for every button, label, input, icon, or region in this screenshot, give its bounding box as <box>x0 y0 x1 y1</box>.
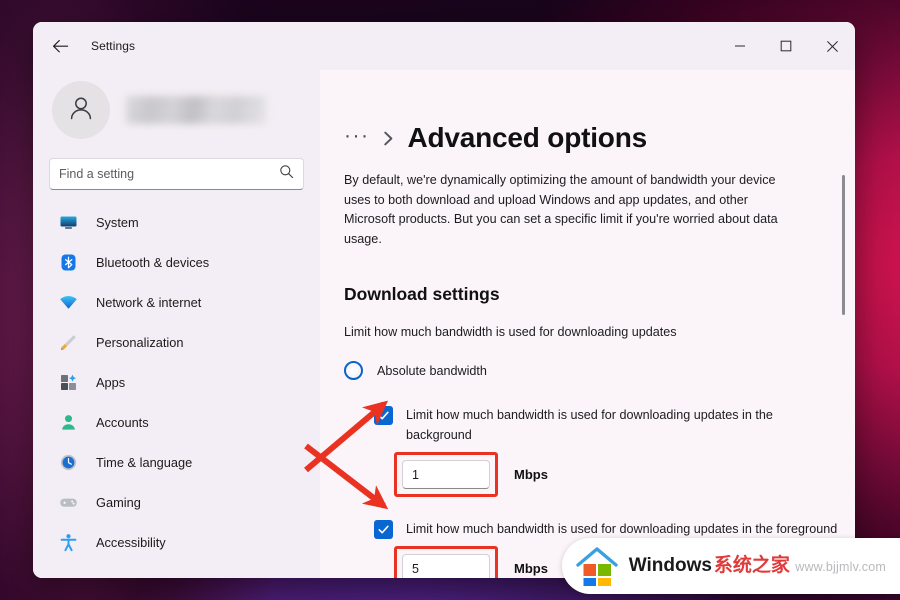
bandwidth-input-background[interactable] <box>402 460 490 489</box>
chevron-right-icon <box>383 131 394 146</box>
sidebar-item-label: Network & internet <box>96 294 202 310</box>
annotation-highlight-box <box>394 546 498 578</box>
person-avatar-icon <box>66 93 96 128</box>
sidebar-item-label: Gaming <box>96 494 141 510</box>
close-button[interactable] <box>809 22 855 70</box>
avatar <box>52 81 110 139</box>
checkbox-checked-icon[interactable] <box>374 520 393 539</box>
sidebar-item-label: Time & language <box>96 454 193 470</box>
sidebar-item-label: Accessibility <box>96 534 166 550</box>
annotation-highlight-box <box>394 452 498 497</box>
paintbrush-icon <box>57 331 79 353</box>
breadcrumb: ··· Advanced options <box>344 122 855 154</box>
wifi-icon <box>57 291 79 313</box>
sidebar-item-apps[interactable]: Apps <box>49 362 304 402</box>
apps-icon <box>57 371 79 393</box>
windows-house-logo-icon <box>574 545 620 587</box>
back-arrow-icon <box>52 39 69 54</box>
accessibility-icon <box>57 531 79 553</box>
checkbox-row-background[interactable]: Limit how much bandwidth is used for dow… <box>374 405 855 445</box>
watermark-brand: Windows <box>628 555 712 576</box>
sidebar-item-bluetooth-devices[interactable]: Bluetooth & devices <box>49 242 304 282</box>
checkbox-label: Limit how much bandwidth is used for dow… <box>406 408 773 442</box>
unit-label-mbps: Mbps <box>514 467 548 482</box>
sidebar-item-label: System <box>96 214 139 230</box>
maximize-icon <box>780 40 792 52</box>
watermark-text: Windows 系统之家 www.bjjmlv.com <box>629 556 886 576</box>
gamepad-icon <box>57 491 79 513</box>
watermark-brand-line: Windows 系统之家 <box>629 555 796 576</box>
bluetooth-icon <box>57 251 79 273</box>
checkbox-row-foreground[interactable]: Limit how much bandwidth is used for dow… <box>374 519 855 539</box>
sidebar-item-label: Personalization <box>96 334 184 350</box>
bandwidth-input-foreground[interactable] <box>402 554 490 578</box>
checkbox-label: Limit how much bandwidth is used for dow… <box>406 522 838 536</box>
monitor-icon <box>57 211 79 233</box>
bandwidth-input-row-background: Mbps <box>394 452 855 497</box>
sidebar-item-gaming[interactable]: Gaming <box>49 482 304 522</box>
option-background: Limit how much bandwidth is used for dow… <box>374 405 855 497</box>
title-bar: Settings <box>33 22 855 70</box>
search-input[interactable] <box>59 167 279 181</box>
watermark-brand-cn: 系统之家 <box>713 555 790 576</box>
sidebar: System Bluetooth & devices <box>33 70 320 578</box>
sidebar-item-time-language[interactable]: Time & language <box>49 442 304 482</box>
sidebar-item-label: Accounts <box>96 414 149 430</box>
page-title: Advanced options <box>407 122 647 153</box>
minimize-icon <box>734 40 746 52</box>
sidebar-item-system[interactable]: System <box>49 202 304 242</box>
section-title-download-settings: Download settings <box>344 284 500 304</box>
sidebar-item-accounts[interactable]: Accounts <box>49 402 304 442</box>
back-button[interactable] <box>43 31 77 61</box>
checkbox-checked-icon[interactable] <box>374 406 393 425</box>
sidebar-item-accessibility[interactable]: Accessibility <box>49 522 304 562</box>
breadcrumb-overflow-button[interactable]: ··· <box>344 125 369 146</box>
close-icon <box>826 40 839 53</box>
radio-label: Absolute bandwidth <box>377 363 487 378</box>
search-icon[interactable] <box>279 164 294 184</box>
section-subtitle: Limit how much bandwidth is used for dow… <box>344 325 677 339</box>
minimize-button[interactable] <box>717 22 763 70</box>
maximize-button[interactable] <box>763 22 809 70</box>
watermark-url: www.bjjmlv.com <box>795 560 886 574</box>
radio-selected-icon <box>344 361 363 380</box>
scrollbar-thumb[interactable] <box>842 175 845 315</box>
unit-label-mbps: Mbps <box>514 561 548 576</box>
person-icon <box>57 411 79 433</box>
account-name-redacted <box>126 96 266 124</box>
watermark: Windows 系统之家 www.bjjmlv.com <box>561 538 900 594</box>
sidebar-nav: System Bluetooth & devices Network & int… <box>49 202 304 562</box>
window-controls <box>717 22 855 70</box>
sidebar-item-network-internet[interactable]: Network & internet <box>49 282 304 322</box>
main-content: ··· Advanced options By default, we're d… <box>320 70 855 578</box>
radio-absolute-bandwidth[interactable]: Absolute bandwidth <box>344 361 855 380</box>
window-title: Settings <box>91 39 136 53</box>
clock-icon <box>57 451 79 473</box>
sidebar-item-label: Bluetooth & devices <box>96 254 210 270</box>
sidebar-item-personalization[interactable]: Personalization <box>49 322 304 362</box>
vertical-scrollbar[interactable] <box>838 70 850 578</box>
account-profile[interactable] <box>49 70 304 150</box>
intro-paragraph: By default, we're dynamically optimizing… <box>344 173 778 246</box>
sidebar-item-label: Apps <box>96 374 126 390</box>
settings-window: Settings Find a setting System Bluetooth… <box>33 22 855 578</box>
search-box[interactable] <box>49 158 304 190</box>
